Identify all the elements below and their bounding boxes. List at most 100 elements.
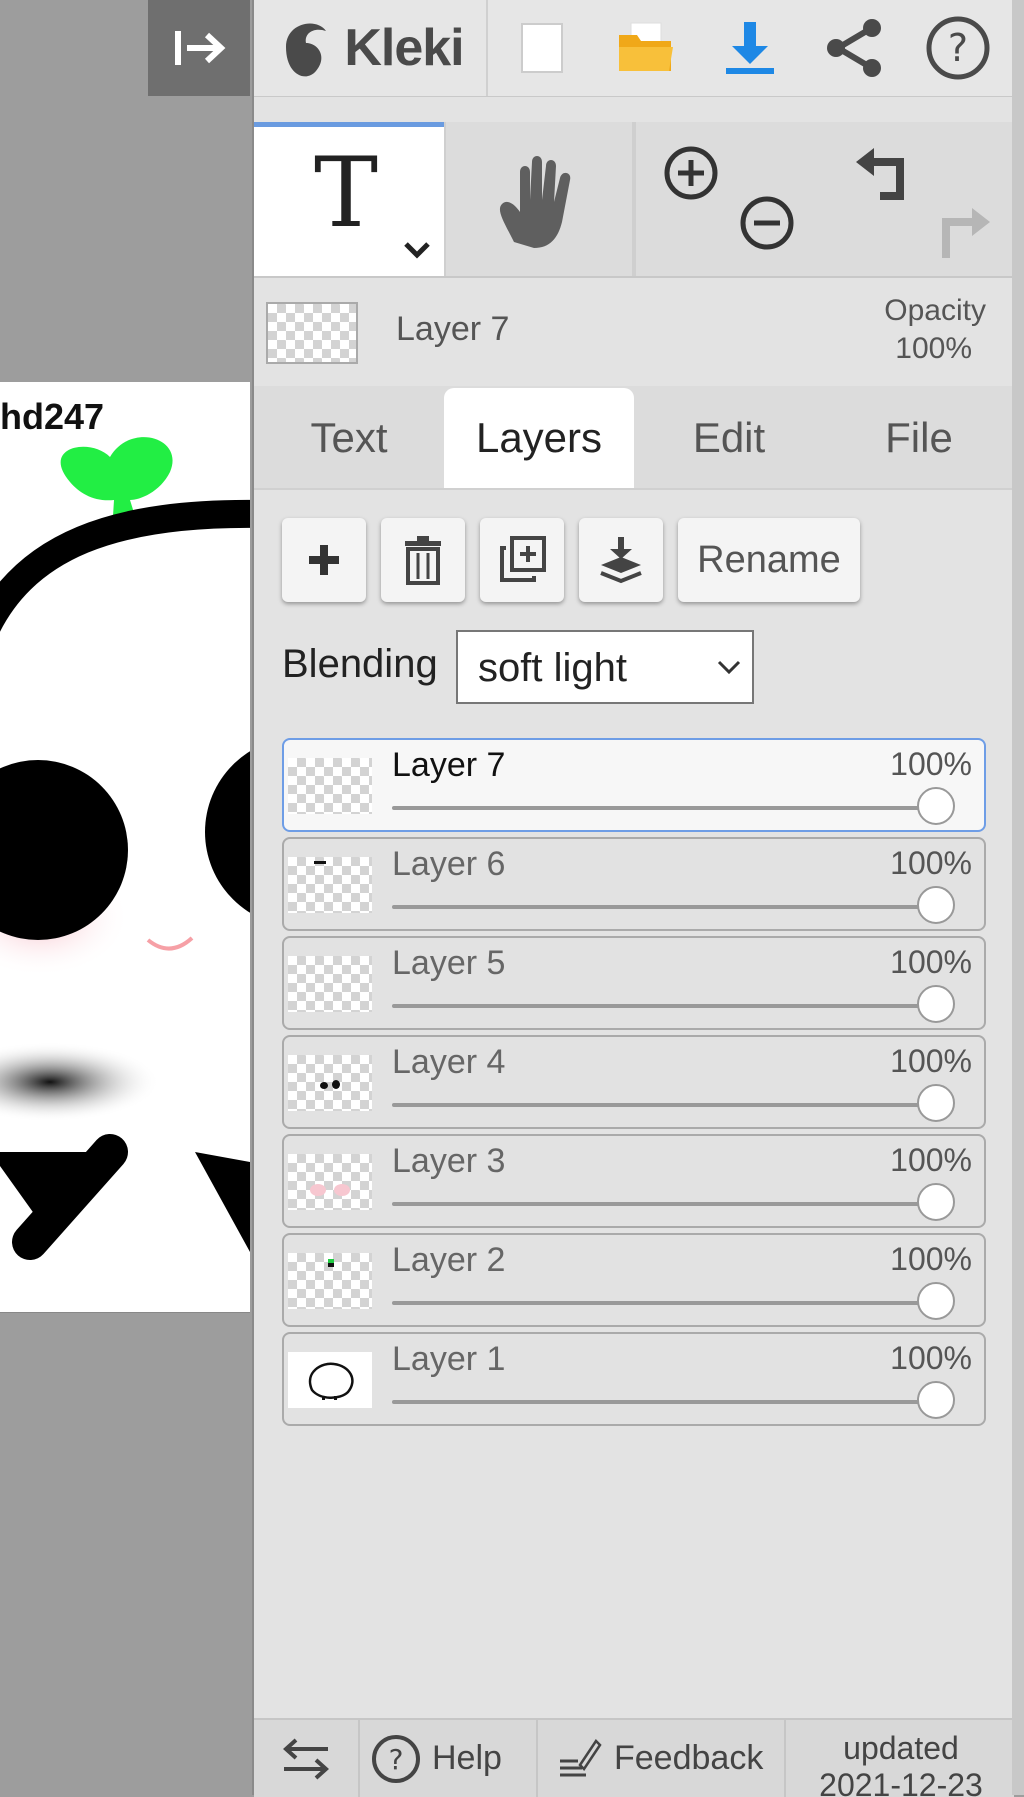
rename-layer-button[interactable]: Rename (678, 518, 860, 602)
layer-item-4[interactable]: Layer 4 100% (282, 1035, 986, 1129)
layer-opacity-slider[interactable] (392, 1381, 955, 1419)
layer-thumbnail (288, 1352, 372, 1408)
updated-date: 2021-12-23 (819, 1767, 983, 1797)
collapse-panel-button[interactable] (148, 0, 250, 96)
slider-knob[interactable] (917, 886, 955, 924)
layer-opacity-slider[interactable] (392, 1183, 955, 1221)
share-button[interactable] (802, 0, 906, 96)
slider-knob[interactable] (917, 1183, 955, 1221)
tab-file[interactable]: File (824, 388, 1014, 488)
help-icon: ? (926, 16, 990, 80)
slider-knob[interactable] (917, 1084, 955, 1122)
layer-opacity: 100% (890, 1340, 972, 1376)
layer-item-6[interactable]: Layer 6 100% (282, 837, 986, 931)
toolbar-divider (634, 122, 636, 276)
side-panel: Kleki ? T Layer 7 Opacity 100% Text Laye… (252, 0, 1014, 1797)
blending-select[interactable]: soft light (456, 630, 754, 704)
text-tool-button[interactable]: T (254, 122, 444, 276)
hand-tool-icon (499, 156, 571, 248)
layer-opacity-slider[interactable] (392, 787, 955, 825)
layer-opacity-slider[interactable] (392, 985, 955, 1023)
chevron-down-icon (717, 660, 741, 675)
download-button[interactable] (698, 0, 802, 96)
layer-opacity-slider[interactable] (392, 886, 955, 924)
share-icon (827, 19, 881, 77)
add-layer-icon (309, 545, 339, 575)
layer-opacity: 100% (890, 845, 972, 881)
feedback-pen-icon (560, 1738, 602, 1776)
scrollbar-track (1012, 0, 1024, 1795)
svg-text:?: ? (948, 26, 968, 70)
layer-opacity-slider[interactable] (392, 1084, 955, 1122)
drawing-canvas[interactable]: hd247 (0, 382, 250, 1313)
opacity-label: Opacity (884, 294, 986, 327)
open-folder-icon (619, 22, 673, 71)
updated-info: updated 2021-12-23 (788, 1720, 1014, 1797)
duplicate-layer-button[interactable] (480, 518, 564, 602)
layer-thumbnail (288, 1253, 372, 1309)
feedback-button[interactable]: Feedback (540, 1720, 786, 1797)
feedback-label: Feedback (614, 1739, 764, 1777)
merge-down-button[interactable] (579, 518, 663, 602)
layer-name: Layer 7 (392, 746, 506, 784)
layer-name: Layer 2 (392, 1241, 506, 1279)
help-label: Help (432, 1739, 502, 1777)
layer-item-3[interactable]: Layer 3 100% (282, 1134, 986, 1228)
slider-knob[interactable] (917, 787, 955, 825)
zoom-out-button[interactable] (738, 194, 796, 252)
redo-button[interactable] (932, 204, 994, 264)
layer-name: Layer 5 (392, 944, 506, 982)
help-icon: ? (372, 1734, 420, 1783)
tab-edit[interactable]: Edit (634, 388, 824, 488)
slider-knob[interactable] (917, 985, 955, 1023)
undo-button[interactable] (852, 144, 914, 204)
layer-item-7[interactable]: Layer 7 100% (282, 738, 986, 832)
blending-value: soft light (478, 646, 627, 690)
layer-item-2[interactable]: Layer 2 100% (282, 1233, 986, 1327)
delete-layer-icon (405, 536, 441, 585)
swap-arrows-icon (283, 1738, 329, 1779)
canvas-artwork (0, 437, 250, 1260)
help-button[interactable]: ? (906, 0, 1010, 96)
layer-opacity-slider[interactable] (392, 1282, 955, 1320)
zoom-in-button[interactable] (662, 144, 720, 202)
tab-layers[interactable]: Layers (444, 388, 634, 488)
slider-knob[interactable] (917, 1381, 955, 1419)
layer-opacity: 100% (890, 1241, 972, 1277)
chevron-down-icon[interactable] (402, 239, 432, 261)
layer-thumbnail (288, 758, 372, 814)
tab-text[interactable]: Text (254, 388, 444, 488)
layer-item-5[interactable]: Layer 5 100% (282, 936, 986, 1030)
swap-side-button[interactable] (254, 1720, 360, 1797)
layer-opacity: 100% (890, 1142, 972, 1178)
current-layer-info: Layer 7 Opacity 100% (254, 276, 1014, 386)
layer-thumbnail (288, 857, 372, 913)
help-footer-button[interactable]: ? Help (360, 1720, 538, 1797)
new-image-button[interactable] (494, 0, 590, 96)
zoom-in-icon (664, 146, 718, 200)
layer-opacity: 100% (890, 746, 972, 782)
slider-knob[interactable] (917, 1282, 955, 1320)
layer-name: Layer 6 (392, 845, 506, 883)
open-file-button[interactable] (594, 0, 698, 96)
current-layer-name: Layer 7 (396, 310, 510, 348)
panel-footer: ? Help Feedback updated 2021-12-23 (254, 1718, 1014, 1797)
layer-thumbnail (288, 1154, 372, 1210)
panel-tabs: Text Layers Edit File (254, 386, 1014, 490)
layer-opacity: 100% (890, 944, 972, 980)
collapse-icon (175, 31, 226, 65)
delete-layer-button[interactable] (381, 518, 465, 602)
undo-icon (856, 148, 904, 200)
layer-opacity: 100% (890, 1043, 972, 1079)
add-layer-button[interactable] (282, 518, 366, 602)
new-image-icon (521, 23, 563, 73)
kleki-logo[interactable]: Kleki (254, 0, 488, 96)
kleki-logo-icon (286, 23, 327, 77)
top-toolbar: Kleki ? (254, 0, 1014, 97)
layer-name: Layer 3 (392, 1142, 506, 1180)
layer-item-1[interactable]: Layer 1 100% (282, 1332, 986, 1426)
text-tool-icon: T (314, 137, 379, 249)
hand-tool-button[interactable] (444, 122, 634, 276)
current-layer-thumbnail (266, 302, 358, 364)
opacity-value: 100% (895, 332, 972, 365)
